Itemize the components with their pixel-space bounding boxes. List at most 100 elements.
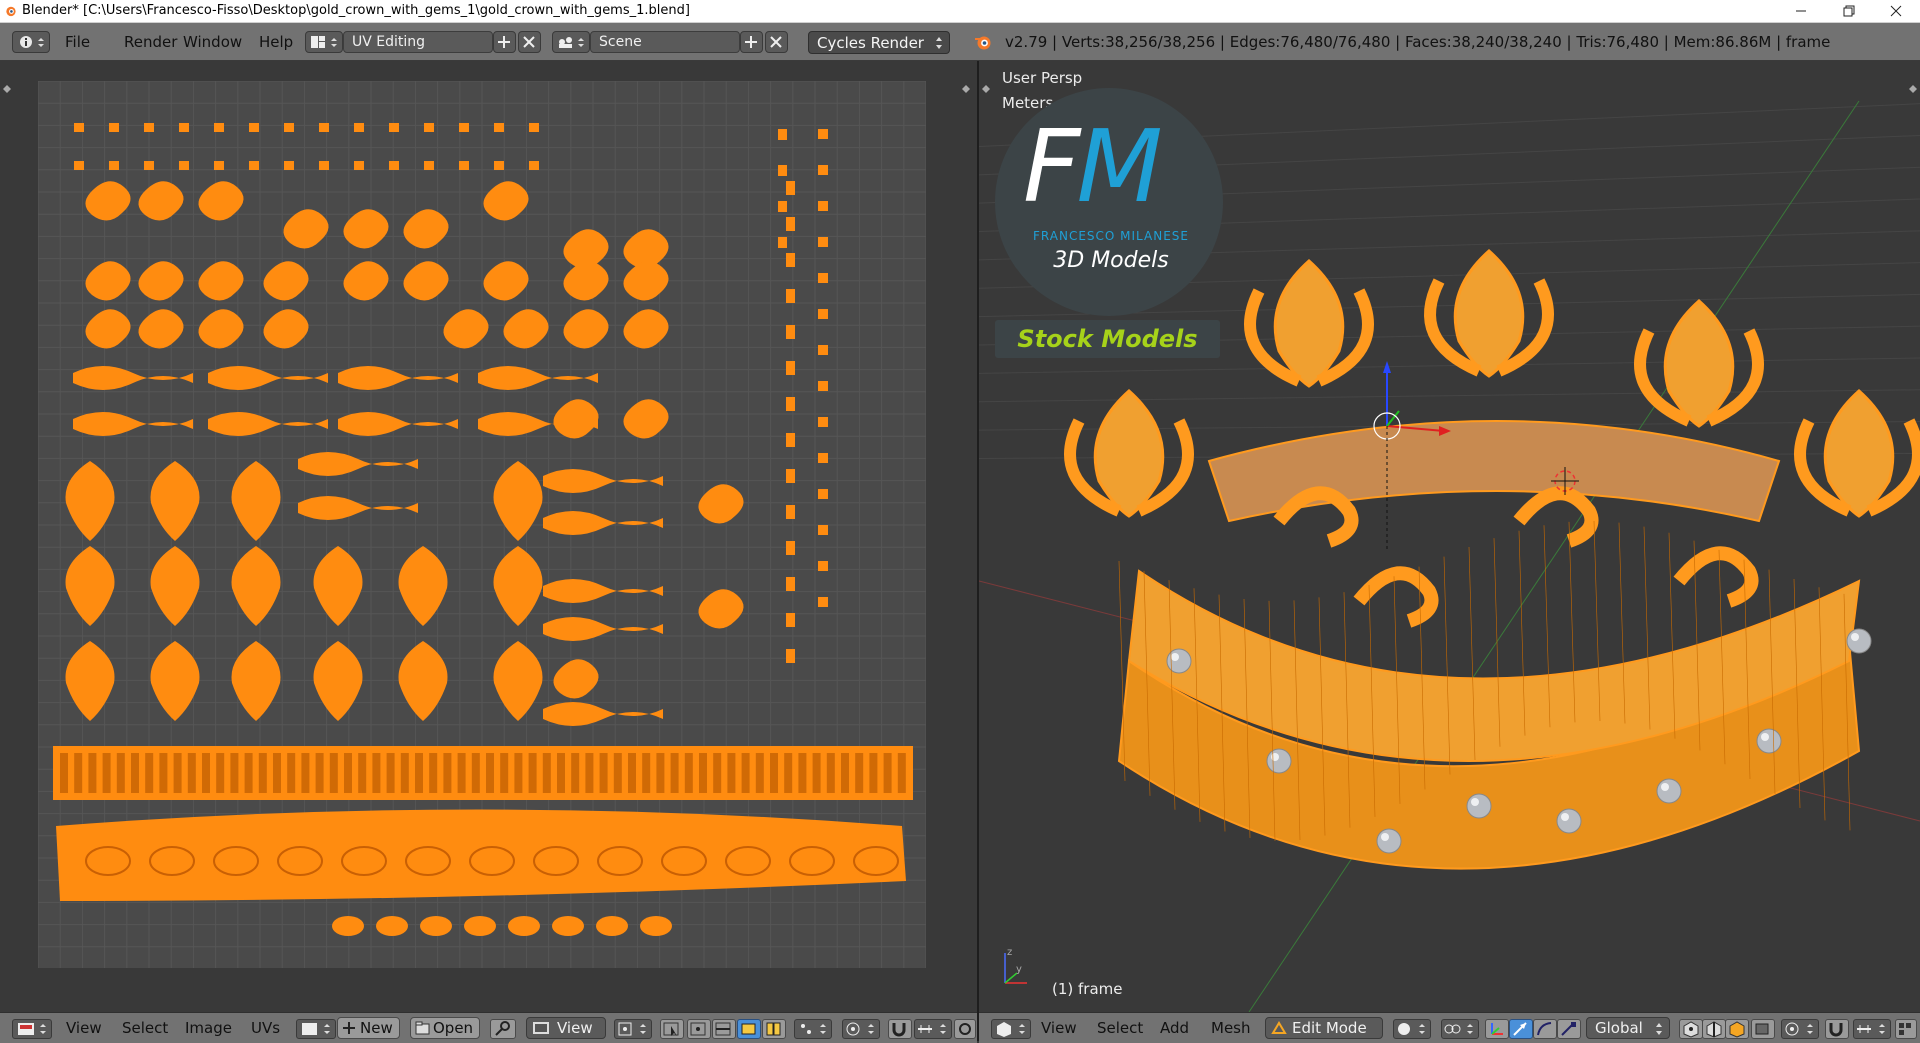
uv-island-band-detail — [713, 753, 722, 793]
island-select-mode[interactable] — [762, 1019, 786, 1039]
pin-image-button[interactable] — [490, 1019, 516, 1039]
image-browse-button[interactable] — [296, 1019, 336, 1039]
crown-gem-highlight — [1271, 753, 1279, 761]
layers-button[interactable] — [1895, 1019, 1917, 1039]
info-icon — [20, 36, 44, 48]
window-title: Blender* [C:\Users\Francesco-Fisso\Deskt… — [22, 3, 690, 18]
vertex-select-icon — [1683, 1021, 1699, 1038]
uv-island-small — [424, 123, 434, 132]
uv-menu-uvs[interactable]: UVs — [251, 1019, 280, 1037]
image-editor-icon — [18, 1023, 46, 1035]
island-select-icon — [766, 1022, 781, 1036]
new-image-button[interactable]: New — [337, 1017, 400, 1039]
view3d-menu-select[interactable]: Select — [1097, 1019, 1143, 1037]
editor-type-button[interactable] — [12, 31, 50, 53]
image-mode-select[interactable]: View — [526, 1017, 606, 1039]
menu-file[interactable]: File — [65, 33, 90, 51]
edge-select-mode[interactable] — [1702, 1019, 1726, 1039]
close-button[interactable] — [1873, 0, 1919, 22]
scale-manipulator[interactable] — [1557, 1019, 1581, 1039]
uv-island-small — [786, 541, 795, 555]
view3d-menu-view[interactable]: View — [1041, 1019, 1077, 1037]
sync-selection-toggle[interactable] — [660, 1019, 684, 1039]
uv-menu-view[interactable]: View — [66, 1019, 102, 1037]
blender-logo-icon — [975, 36, 991, 50]
snap-element-select[interactable] — [1853, 1019, 1891, 1039]
scene-field[interactable]: Scene — [590, 31, 740, 53]
editor-type-button[interactable] — [12, 1019, 52, 1039]
transform-orientation-select[interactable]: Global — [1586, 1017, 1670, 1039]
manipulator-toggle[interactable] — [1485, 1019, 1509, 1039]
uv-island-gem — [596, 916, 628, 936]
rotate-manipulator[interactable] — [1533, 1019, 1557, 1039]
menu-render[interactable]: Render — [124, 33, 177, 51]
sticky-mode-icon — [801, 1024, 826, 1034]
uv-island-band-detail — [457, 753, 466, 793]
screen-layout-field[interactable]: UV Editing — [343, 31, 493, 53]
uv-canvas[interactable] — [38, 81, 926, 968]
menu-help[interactable]: Help — [259, 33, 293, 51]
uv-island-band-detail — [514, 753, 523, 793]
snap-toggle[interactable] — [1825, 1019, 1849, 1039]
uv-island-small — [786, 361, 795, 375]
axis-gizmo: z y — [1004, 947, 1027, 984]
region-expand-icon[interactable] — [3, 85, 11, 93]
translate-manipulator[interactable] — [1509, 1019, 1533, 1039]
open-image-button[interactable]: Open — [410, 1017, 480, 1039]
region-expand-icon[interactable] — [962, 85, 970, 93]
snap-element-select[interactable] — [914, 1019, 952, 1039]
screen-layout-browse[interactable] — [305, 31, 343, 53]
shading-select[interactable] — [1393, 1019, 1431, 1039]
uv-island-small — [778, 237, 787, 248]
uv-island-band-detail — [699, 753, 707, 793]
uv-island-small — [459, 161, 469, 170]
proportional-edit-select[interactable] — [1781, 1019, 1819, 1039]
uv-island-band-detail — [571, 753, 580, 793]
snap-toggle[interactable] — [888, 1019, 912, 1039]
uv-island-band-detail — [400, 753, 409, 793]
view3d-menu-mesh[interactable]: Mesh — [1211, 1019, 1251, 1037]
uv-island-small — [459, 123, 469, 132]
face-select-mode[interactable] — [1725, 1019, 1749, 1039]
uv-render-toggle[interactable] — [954, 1019, 976, 1039]
editor-type-button[interactable] — [991, 1019, 1031, 1039]
face-select-mode[interactable] — [737, 1019, 761, 1039]
restore-button[interactable] — [1826, 0, 1872, 22]
uv-island-band-detail — [471, 753, 480, 793]
uv-menu-select[interactable]: Select — [122, 1019, 168, 1037]
add-scene-button[interactable] — [740, 31, 763, 53]
vertex-select-mode[interactable] — [687, 1019, 711, 1039]
uv-island-band-detail — [173, 753, 182, 793]
occlude-geometry-toggle[interactable] — [1751, 1019, 1775, 1039]
menu-window[interactable]: Window — [183, 33, 242, 51]
region-expand-icon[interactable] — [982, 85, 990, 93]
proportional-edit-select[interactable] — [842, 1019, 880, 1039]
minimize-button[interactable] — [1778, 0, 1824, 22]
uv-island-small — [818, 345, 828, 355]
add-screen-button[interactable] — [493, 31, 516, 53]
scene-browse[interactable] — [552, 31, 590, 53]
vertex-select-mode[interactable] — [1679, 1019, 1703, 1039]
uv-menu-image[interactable]: Image — [185, 1019, 232, 1037]
region-expand-icon[interactable] — [1909, 85, 1917, 93]
edge-select-mode[interactable] — [712, 1019, 736, 1039]
view3d-menu-add[interactable]: Add — [1160, 1019, 1189, 1037]
uv-island-band-detail — [599, 753, 608, 793]
uv-island-small — [179, 123, 189, 132]
pivot-point-select[interactable] — [1441, 1019, 1479, 1039]
sticky-select-mode[interactable] — [794, 1019, 832, 1039]
crown-gem-highlight — [1661, 783, 1669, 791]
uv-island-band-detail — [216, 753, 225, 793]
x-icon — [770, 36, 782, 48]
delete-screen-button[interactable] — [518, 31, 541, 53]
interaction-mode-select[interactable]: Edit Mode — [1265, 1017, 1383, 1039]
uv-island-small — [144, 161, 154, 170]
pivot-select[interactable] — [614, 1019, 652, 1039]
render-engine-select[interactable]: Cycles Render — [808, 31, 950, 54]
uv-island-small — [786, 613, 795, 627]
uv-island-small — [818, 129, 828, 139]
uv-image-editor[interactable] — [0, 61, 977, 1012]
delete-scene-button[interactable] — [765, 31, 788, 53]
uv-island-small — [786, 505, 795, 519]
uv-island-band-detail — [287, 753, 296, 793]
